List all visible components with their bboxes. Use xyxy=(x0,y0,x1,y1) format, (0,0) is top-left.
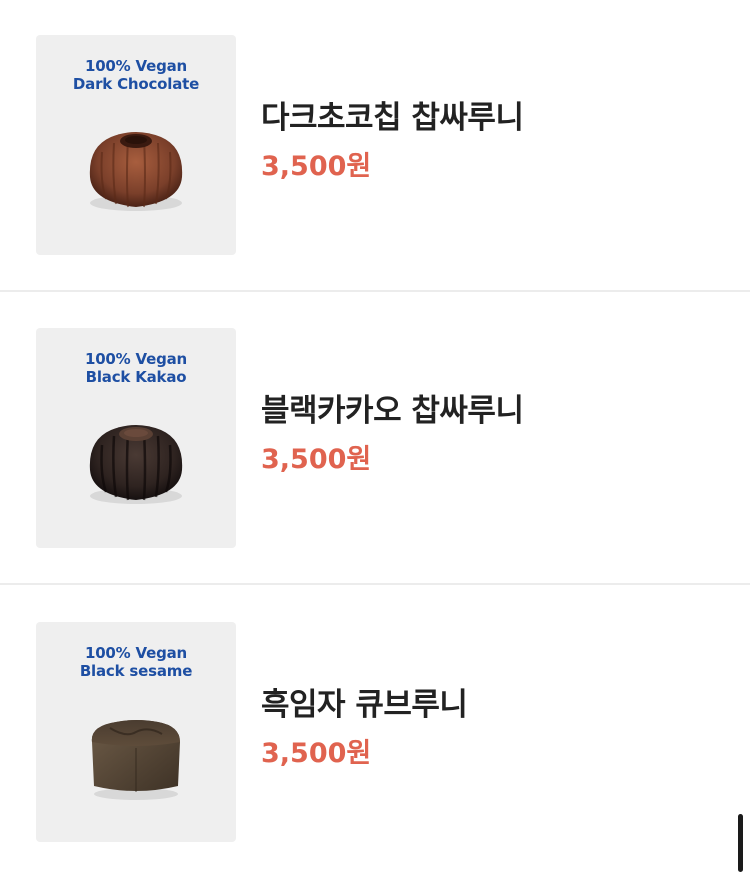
product-name[interactable]: 다크초코칩 찹싸루니 xyxy=(261,98,524,138)
product-info: 흑임자 큐브루니 3,500원 xyxy=(261,685,468,771)
product-name[interactable]: 흑임자 큐브루니 xyxy=(261,685,468,725)
caption-line: Dark Chocolate xyxy=(72,75,200,93)
product-image-caption: 100% Vegan Dark Chocolate xyxy=(36,57,236,93)
caption-line: Black sesame xyxy=(79,662,193,680)
bundt-cake-icon xyxy=(89,425,183,504)
product-info: 블랙카카오 찹싸루니 3,500원 xyxy=(261,391,524,477)
product-price: 3,500원 xyxy=(261,738,372,769)
product-price: 3,500원 xyxy=(261,151,372,182)
caption-line: 100% Vegan xyxy=(84,57,188,75)
scrollbar[interactable] xyxy=(738,814,743,872)
product-image[interactable]: 100% Vegan Black Kakao xyxy=(36,328,236,548)
caption-line: 100% Vegan xyxy=(84,644,188,662)
product-image[interactable]: 100% Vegan Black sesame xyxy=(36,622,236,842)
product-image-caption: 100% Vegan Black sesame xyxy=(36,644,236,680)
product-info: 다크초코칩 찹싸루니 3,500원 xyxy=(261,98,524,184)
product-image-caption: 100% Vegan Black Kakao xyxy=(36,350,236,386)
product-name[interactable]: 블랙카카오 찹싸루니 xyxy=(261,391,524,431)
caption-line: Black Kakao xyxy=(85,368,187,386)
caption-line: 100% Vegan xyxy=(84,350,188,368)
bundt-cake-icon xyxy=(89,132,183,211)
product-image[interactable]: 100% Vegan Dark Chocolate xyxy=(36,35,236,255)
cube-cake-icon xyxy=(91,720,180,800)
product-price: 3,500원 xyxy=(261,444,372,475)
product-item-black-kakao[interactable]: 100% Vegan Black Kakao 블랙카카오 찹싸루니 3,500원 xyxy=(0,293,750,585)
product-item-black-sesame[interactable]: 100% Vegan Black sesame 흑임자 큐브루니 3,500원 xyxy=(0,587,750,872)
product-item-dark-chocolate[interactable]: 100% Vegan Dark Chocolate 다크초코칩 찹싸루니 3,5… xyxy=(0,0,750,292)
product-list: 100% Vegan Dark Chocolate 다크초코칩 찹싸루니 3,5… xyxy=(0,0,750,872)
